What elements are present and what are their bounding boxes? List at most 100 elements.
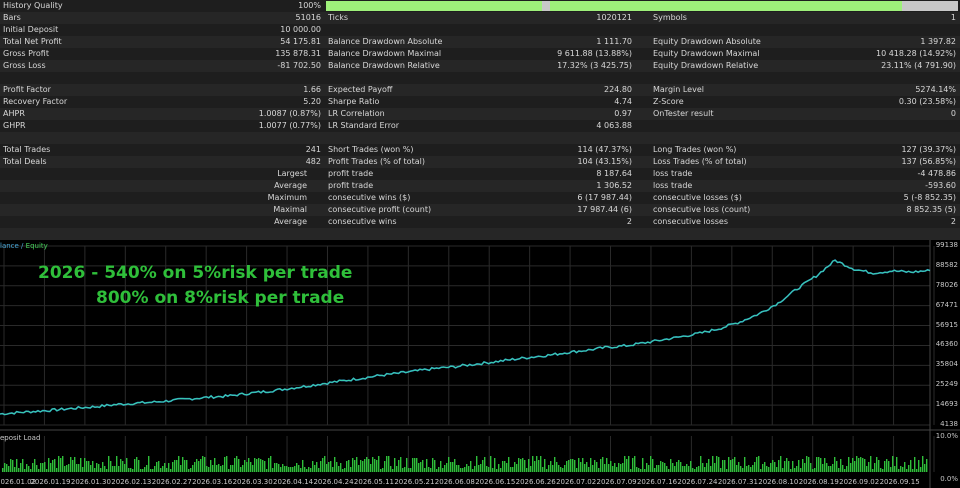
deposit-load-bar <box>494 458 496 472</box>
deposit-load-bar <box>54 459 56 472</box>
deposit-load-bar <box>78 464 80 472</box>
metric-label: GHPR <box>3 121 26 130</box>
deposit-load-bar <box>394 458 396 472</box>
deposit-load-bar <box>134 459 136 472</box>
deposit-load-bar <box>810 463 812 472</box>
deposit-load-bar <box>56 468 58 472</box>
deposit-load-bar <box>346 461 348 472</box>
deposit-load-bar <box>674 466 676 472</box>
deposit-load-bar <box>150 469 152 472</box>
x-tick-label: 2026.04.24 <box>313 478 354 486</box>
deposit-load-bar <box>482 460 484 472</box>
metric-value: 1.0077 (0.77%) <box>258 121 321 130</box>
metric-value: 5 (-8 852.35) <box>903 193 956 202</box>
deposit-load-bar <box>832 464 834 472</box>
metric-value: -593.60 <box>925 181 956 190</box>
deposit-load-bar <box>514 462 516 472</box>
report-row: Total Deals 482 Profit Trades (% of total)… <box>0 156 960 168</box>
metric-value <box>430 24 632 36</box>
deposit-load-bar <box>718 457 720 472</box>
legend-separator: / <box>18 242 26 250</box>
metric-value: 0.30 (23.58%) <box>898 97 956 106</box>
deposit-load-bar <box>426 459 428 472</box>
deposit-load-bar <box>158 461 160 472</box>
deposit-load-bar <box>396 466 398 472</box>
metric-value: 114 (47.37%) <box>577 145 632 154</box>
deposit-load-bar <box>836 461 838 472</box>
deposit-load-bar <box>688 466 690 472</box>
deposit-load-bar <box>600 459 602 472</box>
deposit-load-bar <box>92 461 94 472</box>
deposit-load-bar <box>34 459 36 472</box>
deposit-load-bar <box>686 464 688 472</box>
metric-label: Recovery Factor <box>3 97 68 106</box>
deposit-load-bar <box>682 466 684 472</box>
deposit-load-bar <box>304 467 306 472</box>
deposit-load-bar <box>892 456 894 472</box>
deposit-load-bar <box>784 461 786 472</box>
deposit-load-bar <box>590 458 592 472</box>
deposit-load-bar <box>624 456 626 472</box>
deposit-load-bar <box>646 463 648 472</box>
deposit-load-bar <box>68 464 70 472</box>
deposit-load-bar <box>520 459 522 472</box>
deposit-load-bar <box>374 459 376 472</box>
deposit-load-bar <box>474 466 476 472</box>
deposit-load-bar <box>300 468 302 472</box>
deposit-load-bar <box>732 459 734 472</box>
deposit-load-bar <box>912 469 914 472</box>
deposit-load-bar <box>52 460 54 472</box>
deposit-load-bar <box>880 468 882 472</box>
deposit-load-bar <box>154 466 156 472</box>
y-tick-label: 88582 <box>935 260 958 269</box>
deposit-load-bar <box>504 461 506 472</box>
deposit-load-bar <box>222 465 224 472</box>
deposit-load-bar <box>622 463 624 472</box>
deposit-load-bar <box>904 462 906 472</box>
report-row: Largest profit trade 8 187.64 loss trade -4 … <box>0 168 960 180</box>
deposit-load-bar <box>246 462 248 472</box>
x-tick-label: 2026.06.26 <box>515 478 556 486</box>
metric-value: 0 <box>950 109 956 118</box>
deposit-load-bar <box>12 460 14 472</box>
deposit-load-bar <box>848 457 850 472</box>
metric-value: 2 <box>950 217 956 226</box>
report-row: Bars 51016 Ticks 1020121 Symbols 1 <box>0 12 960 24</box>
deposit-load-bar <box>360 460 362 472</box>
deposit-load-bar <box>408 468 410 472</box>
deposit-load-bar <box>490 456 492 472</box>
x-tick-label: 2026.07.16 <box>636 478 678 486</box>
deposit-load-bar <box>262 460 264 472</box>
deposit-load-bar <box>788 461 790 472</box>
deposit-load-bar <box>182 457 184 472</box>
deposit-load-bar <box>632 458 634 472</box>
deposit-load-bar <box>920 467 922 472</box>
deposit-load-bar <box>100 468 102 472</box>
history-quality-value: 100% <box>298 1 321 10</box>
deposit-load-bar <box>266 469 268 472</box>
deposit-load-bar <box>650 456 652 472</box>
deposit-load-bar <box>726 469 728 472</box>
deposit-load-bar <box>538 460 540 472</box>
deposit-load-bar <box>380 469 382 472</box>
deposit-load-bar <box>540 456 542 472</box>
deposit-load-bar <box>332 467 334 472</box>
deposit-load-bar <box>110 461 112 472</box>
deposit-load-bar <box>524 460 526 472</box>
deposit-load-bar <box>122 461 124 472</box>
metric-value: 17 987.44 (6) <box>577 205 632 214</box>
promo-line-1: 2026 - 540% on 5%risk per trade <box>38 263 353 283</box>
metric-value: -81 702.50 <box>277 61 321 70</box>
deposit-load-bar <box>32 463 34 472</box>
deposit-load-bar <box>766 466 768 472</box>
deposit-load-bar <box>376 460 378 472</box>
deposit-load-bar <box>536 456 538 472</box>
deposit-load-bar <box>562 468 564 472</box>
deposit-load-bar <box>188 469 190 472</box>
deposit-load-bar <box>210 460 212 472</box>
deposit-load-bar <box>316 462 318 472</box>
deposit-load-bar <box>174 460 176 472</box>
deposit-load-bar <box>644 469 646 472</box>
report-row <box>0 132 960 144</box>
deposit-load-bar <box>778 460 780 472</box>
